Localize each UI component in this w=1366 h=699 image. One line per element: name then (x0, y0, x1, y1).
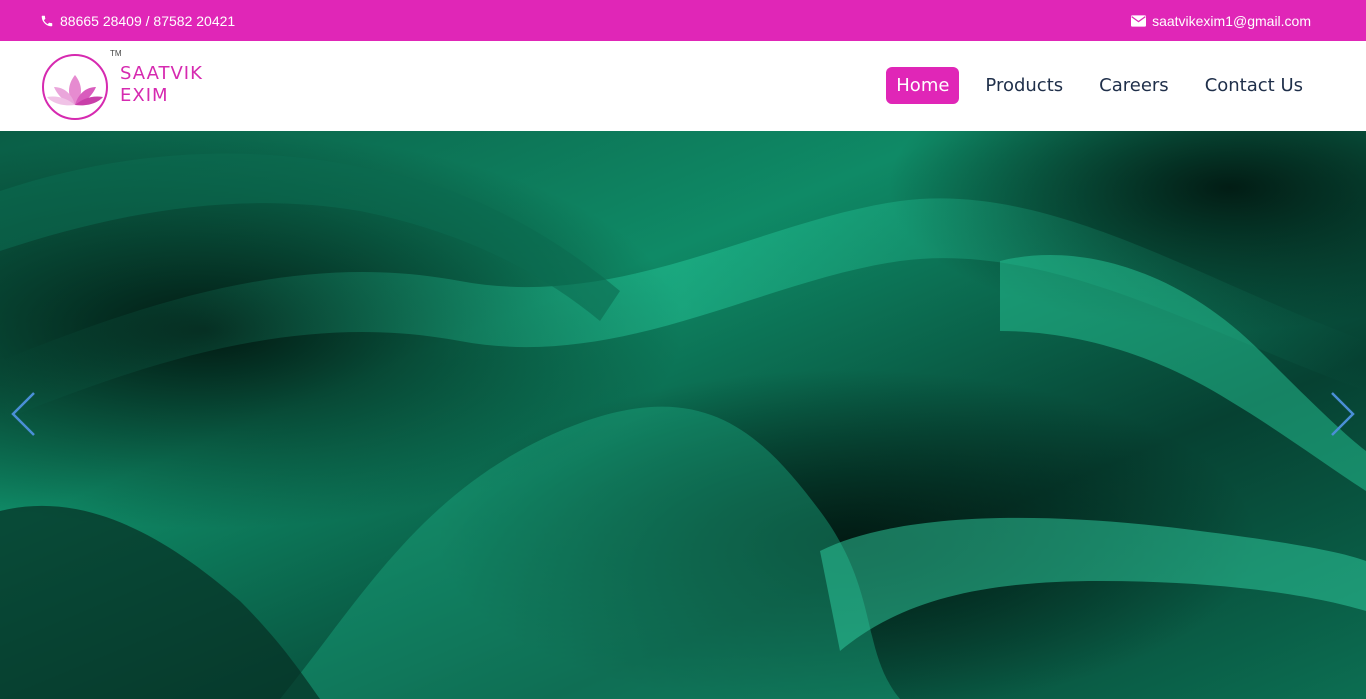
nav-item-careers[interactable]: Careers (1089, 67, 1179, 104)
email-contact[interactable]: saatvikexim1@gmail.com (1131, 13, 1311, 29)
lotus-logo-icon (42, 54, 108, 120)
site-header: TM SAATVIK EXIM Home Products Careers Co… (0, 41, 1366, 131)
silk-fabric-image (0, 131, 1366, 699)
email-address: saatvikexim1@gmail.com (1152, 12, 1311, 29)
brand-name: SAATVIK EXIM (120, 63, 203, 107)
trademark-mark: TM (110, 49, 122, 58)
top-contact-bar: 88665 28409 / 87582 20421 saatvikexim1@g… (0, 0, 1366, 41)
nav-item-home[interactable]: Home (886, 67, 960, 104)
hero-slider (0, 131, 1366, 699)
chevron-right-icon (1331, 392, 1355, 436)
main-nav: Home Products Careers Contact Us (886, 67, 1313, 104)
envelope-icon (1131, 14, 1147, 27)
phone-numbers: 88665 28409 / 87582 20421 (60, 12, 236, 29)
brand-name-line1: SAATVIK (120, 63, 203, 84)
brand-logo[interactable]: TM SAATVIK EXIM (40, 49, 230, 123)
phone-contact[interactable]: 88665 28409 / 87582 20421 (40, 13, 235, 29)
nav-item-contact-us[interactable]: Contact Us (1195, 67, 1313, 104)
brand-name-line2: EXIM (120, 85, 169, 106)
slider-prev-button[interactable] (8, 389, 38, 439)
chevron-left-icon (11, 392, 35, 436)
phone-icon (40, 14, 54, 28)
nav-item-products[interactable]: Products (975, 67, 1073, 104)
slider-next-button[interactable] (1328, 389, 1358, 439)
